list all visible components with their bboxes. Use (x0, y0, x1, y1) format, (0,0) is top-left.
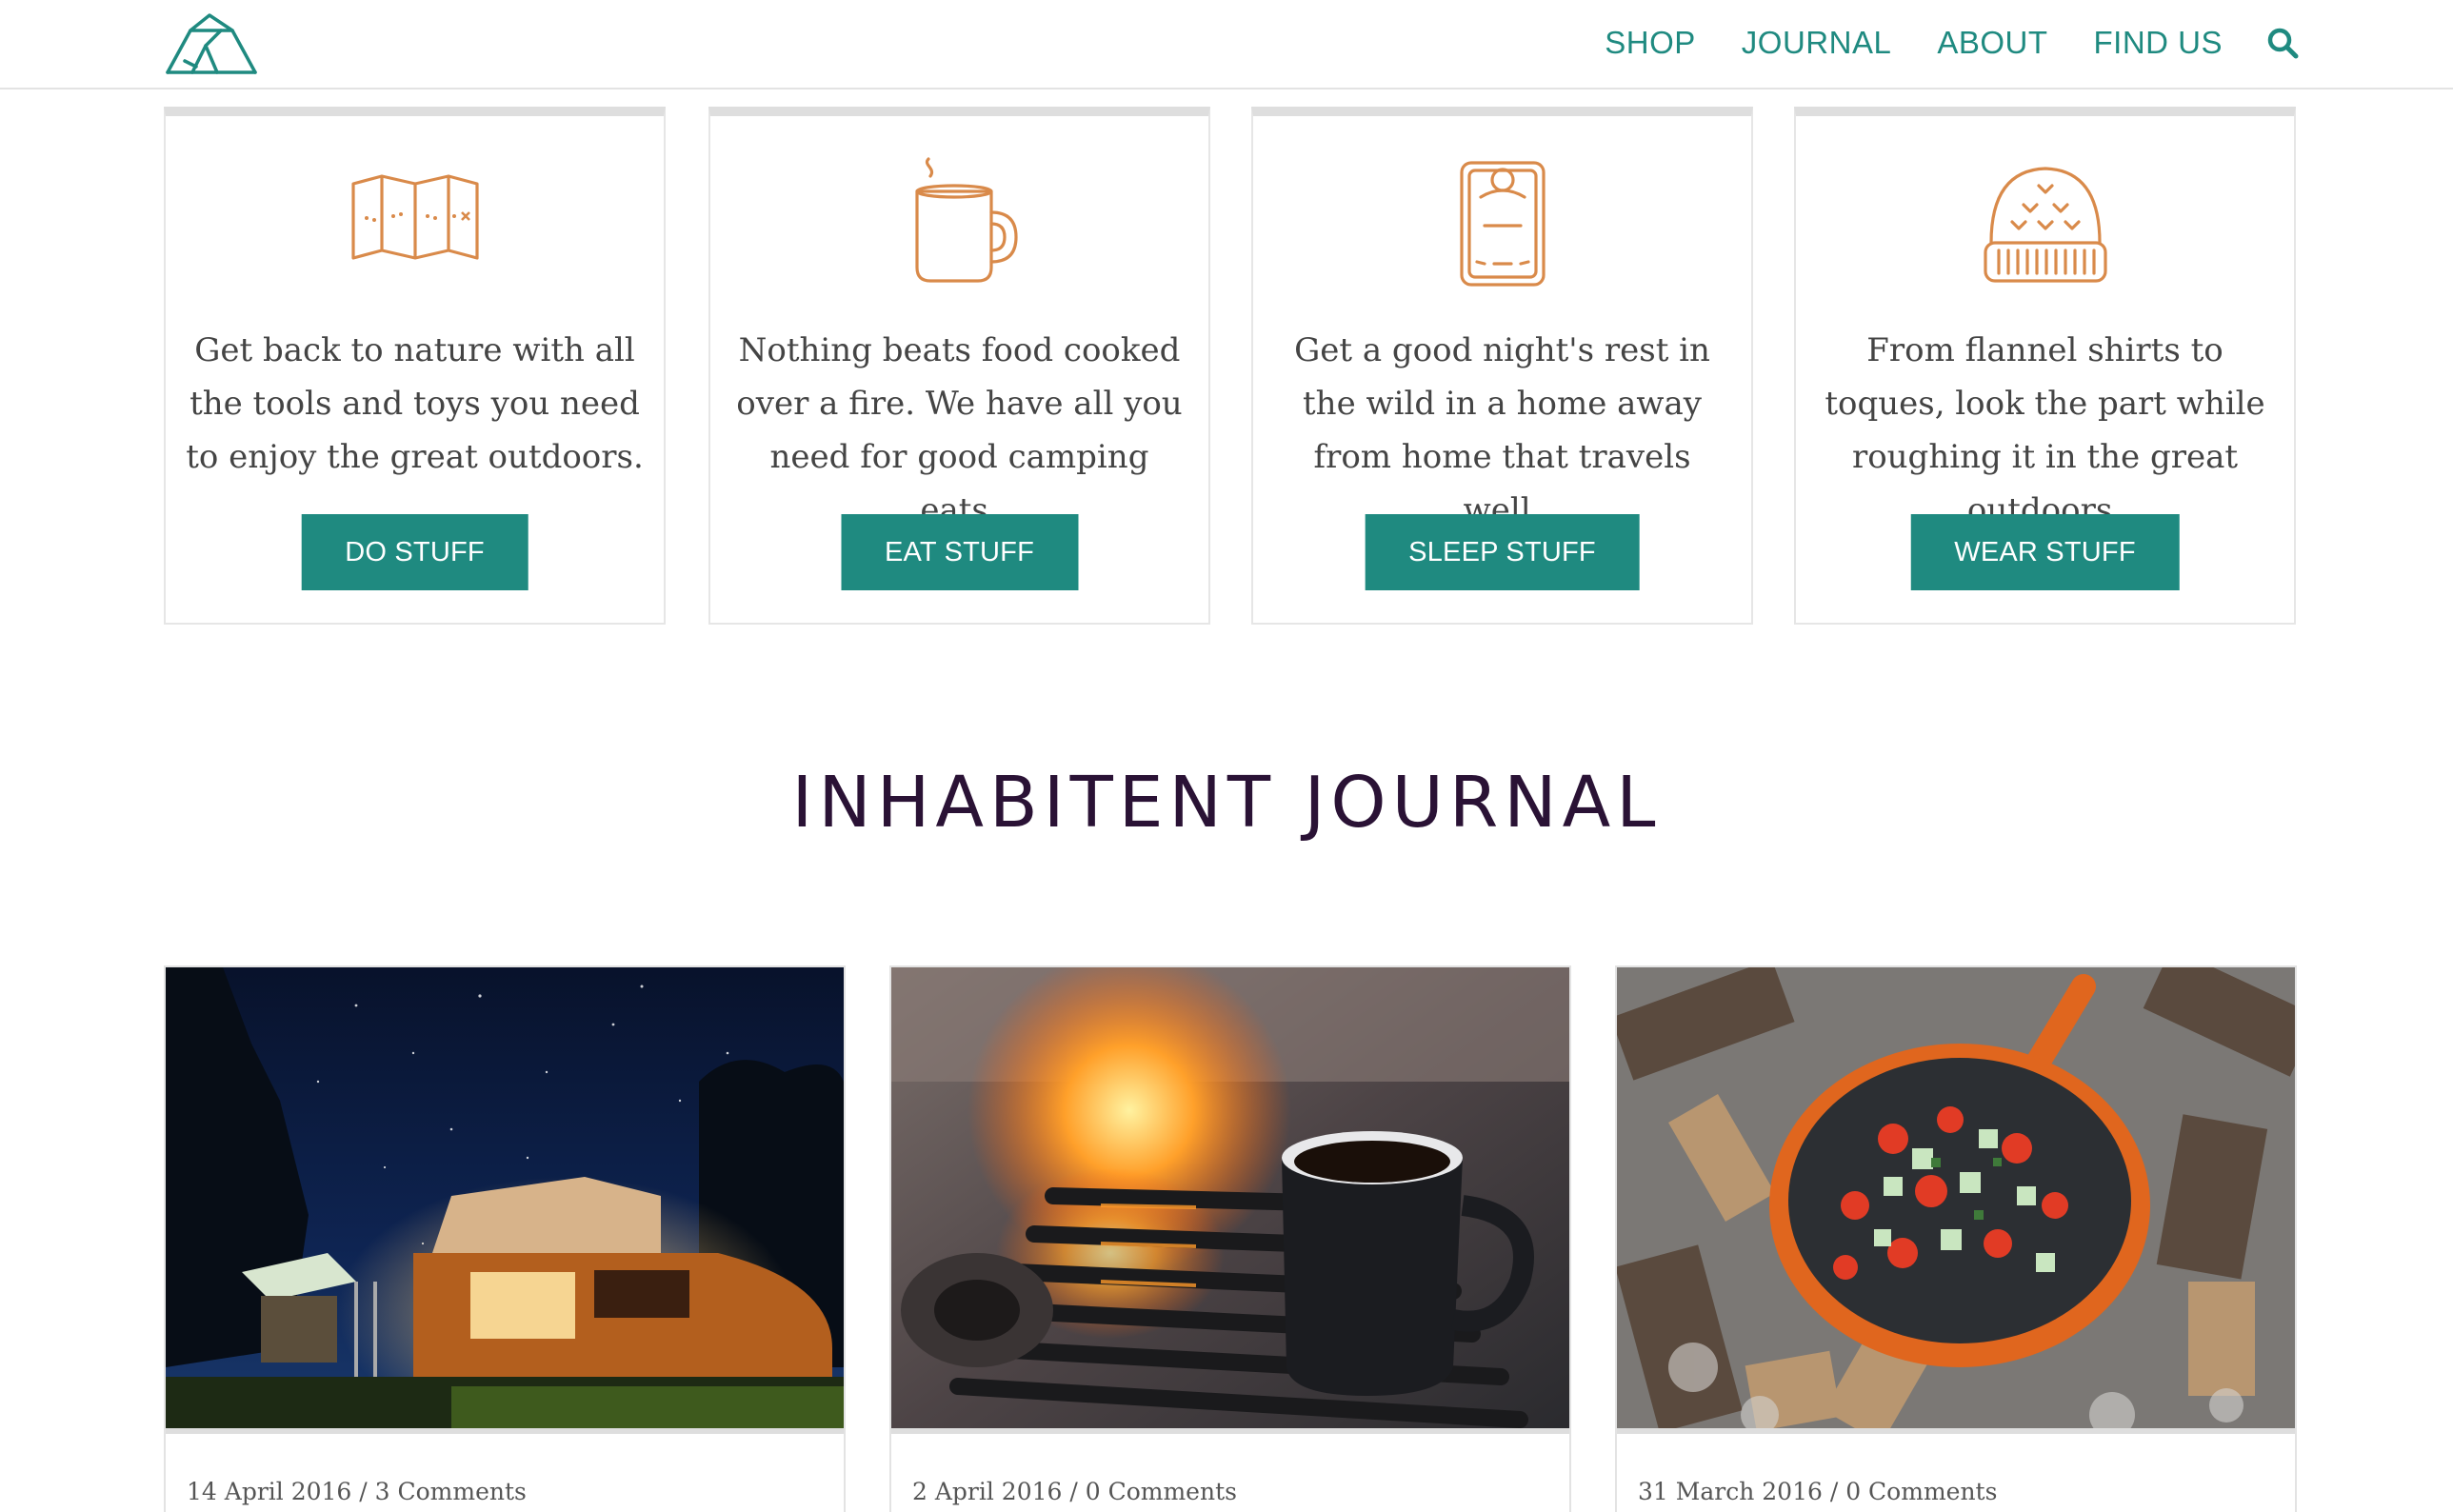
eat-stuff-button[interactable]: EAT STUFF (840, 514, 1079, 590)
sleeping-bag-icon (1459, 161, 1546, 287)
category-description: Get a good night's rest in the wild in a… (1294, 331, 1710, 529)
journal-post-card[interactable]: 31 March 2016 / 0 Comments (1615, 965, 2297, 1512)
do-stuff-button[interactable]: DO STUFF (301, 514, 528, 590)
site-header: SHOP JOURNAL ABOUT FIND US (0, 0, 2453, 90)
category-card-sleep: Get a good night's rest in the wild in a… (1251, 107, 1753, 625)
journal-post-card[interactable]: 2 April 2016 / 0 Comments (889, 965, 1571, 1512)
post-meta: 14 April 2016 / 3 Comments (187, 1478, 527, 1505)
category-card-wear: From flannel shirts to toques, look the … (1794, 107, 2296, 625)
camper-van-night-photo[interactable] (166, 967, 844, 1434)
toque-icon (1983, 167, 2107, 283)
nav-shop[interactable]: SHOP (1605, 21, 1696, 65)
category-description: From flannel shirts to toques, look the … (1825, 331, 2265, 529)
category-description: Nothing beats food cooked over a fire. W… (736, 331, 1183, 529)
sleep-stuff-button[interactable]: SLEEP STUFF (1365, 514, 1640, 590)
tent-logo[interactable] (164, 13, 259, 76)
map-icon (350, 174, 479, 260)
category-card-do: Get back to nature with all the tools an… (164, 107, 666, 625)
post-meta: 2 April 2016 / 0 Comments (912, 1478, 1237, 1505)
main-nav: SHOP JOURNAL ABOUT FIND US (1559, 21, 2299, 65)
journal-post-card[interactable]: 14 April 2016 / 3 Comments (164, 965, 846, 1512)
mug-icon (914, 157, 1018, 283)
nav-find-us[interactable]: FIND US (2094, 21, 2224, 65)
campfire-coffee-photo[interactable] (891, 967, 1569, 1434)
search-icon[interactable] (2266, 27, 2299, 59)
post-meta: 31 March 2016 / 0 Comments (1638, 1478, 1998, 1505)
nav-about[interactable]: ABOUT (1937, 21, 2047, 65)
nav-journal[interactable]: JOURNAL (1742, 21, 1892, 65)
skillet-over-fire-photo[interactable] (1617, 967, 2295, 1434)
journal-heading: INHABITENT JOURNAL (791, 762, 1662, 844)
wear-stuff-button[interactable]: WEAR STUFF (1910, 514, 2180, 590)
category-description: Get back to nature with all the tools an… (186, 331, 644, 476)
category-card-eat: Nothing beats food cooked over a fire. W… (708, 107, 1210, 625)
